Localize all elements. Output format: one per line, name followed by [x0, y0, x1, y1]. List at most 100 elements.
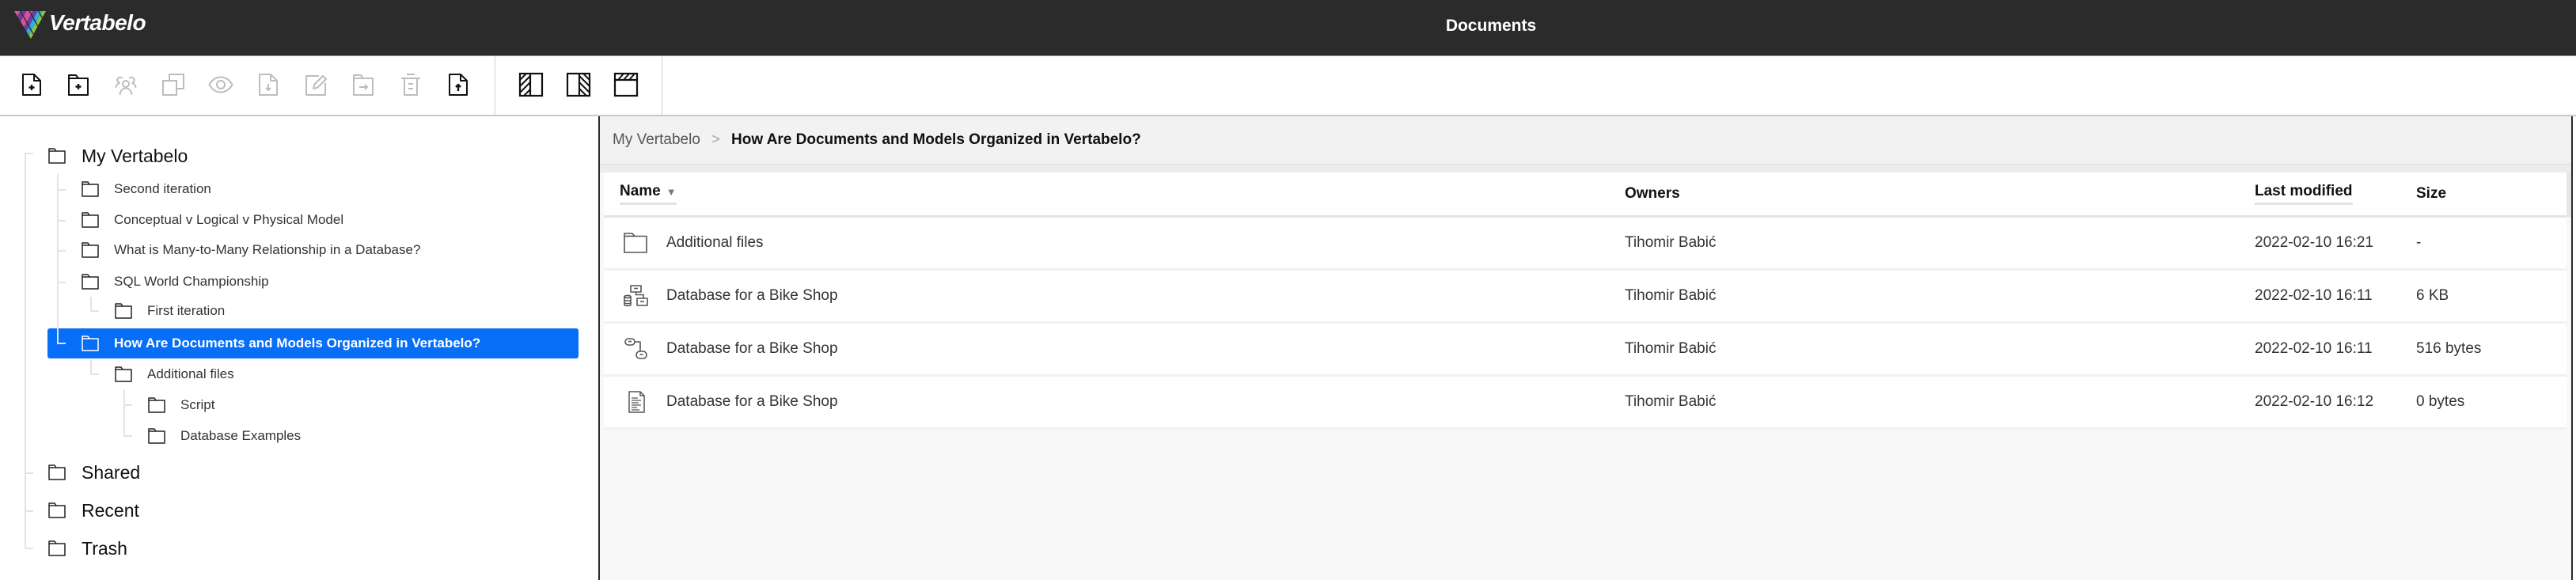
table-row[interactable]: Database for a Bike Shop Tihomir Babić 2…	[604, 324, 2567, 377]
file-size: 516 bytes	[2416, 340, 2482, 357]
breadcrumb-item-my-vertabelo[interactable]: My Vertabelo	[613, 131, 700, 149]
tree-connector	[25, 548, 33, 549]
tree-item-additional-files[interactable]: Additional files	[115, 359, 234, 389]
tree-connector	[123, 390, 125, 437]
tree-connector	[57, 343, 66, 344]
new-folder-icon	[66, 72, 91, 97]
file-name: Database for a Bike Shop	[666, 287, 838, 304]
panel-border	[2571, 116, 2573, 580]
brand-name: Vertabelo	[49, 10, 146, 35]
file-last-modified: 2022-02-10 16:12	[2255, 393, 2374, 410]
move-button[interactable]	[351, 72, 376, 97]
file-owner: Tihomir Babić	[1625, 287, 1717, 304]
tree-item-many-to-many[interactable]: What is Many-to-Many Relationship in a D…	[82, 235, 420, 265]
tree-item-trash[interactable]: Trash	[48, 533, 127, 563]
folder-icon	[82, 181, 99, 197]
folder-icon	[82, 242, 99, 258]
file-table: Name ▼ Owners Last modified Size Addition…	[604, 172, 2567, 430]
copy-icon	[161, 72, 186, 97]
file-size: 6 KB	[2416, 287, 2449, 304]
column-header-name[interactable]: Name ▼	[604, 183, 1625, 205]
table-row[interactable]: Database for a Bike Shop Tihomir Babić 2…	[604, 377, 2567, 430]
layout-right-button[interactable]	[566, 72, 591, 97]
file-last-modified: 2022-02-10 16:11	[2255, 340, 2373, 357]
tree-connector	[25, 153, 33, 154]
folder-icon	[148, 397, 165, 413]
breadcrumb: My Vertabelo > How Are Documents and Mod…	[600, 116, 2571, 165]
folder-tree: My Vertabelo Second iteration Conceptual…	[0, 116, 598, 580]
layout-left-panel-icon	[518, 72, 544, 97]
tree-item-label: My Vertabelo	[82, 145, 188, 166]
move-to-folder-icon	[351, 72, 376, 97]
layout-top-panel-icon	[613, 72, 639, 97]
new-document-icon	[19, 72, 44, 97]
tree-connector	[25, 472, 33, 474]
folder-icon	[623, 232, 648, 254]
folder-icon	[48, 464, 66, 480]
layout-right-panel-icon	[566, 72, 591, 97]
page-title: Documents	[1445, 17, 1537, 35]
column-header-owners[interactable]: Owners	[1625, 185, 2255, 203]
tree-connector	[57, 174, 59, 344]
table-header: Name ▼ Owners Last modified Size	[604, 172, 2567, 218]
delete-button[interactable]	[398, 72, 423, 97]
trash-icon	[398, 72, 423, 97]
scrollbar-track[interactable]	[2567, 172, 2571, 217]
tree-item-recent[interactable]: Recent	[48, 495, 139, 525]
tree-item-conceptual-logical-physical[interactable]: Conceptual v Logical v Physical Model	[82, 205, 343, 235]
tree-connector	[57, 220, 66, 222]
column-header-label: Last modified	[2255, 183, 2353, 205]
tree-connector	[57, 189, 66, 191]
tree-item-shared[interactable]: Shared	[48, 457, 140, 487]
tree-connector	[57, 282, 66, 283]
tree-item-label: Shared	[82, 461, 141, 483]
tree-item-script[interactable]: Script	[148, 390, 214, 420]
table-row[interactable]: Additional files Tihomir Babić 2022-02-1…	[604, 218, 2567, 271]
document-icon	[623, 391, 648, 413]
tree-connector	[25, 153, 26, 548]
upload-button[interactable]	[446, 72, 471, 97]
column-header-size[interactable]: Size	[2416, 185, 2567, 203]
layout-top-button[interactable]	[613, 72, 639, 97]
tree-item-database-examples[interactable]: Database Examples	[148, 421, 301, 451]
file-last-modified: 2022-02-10 16:21	[2255, 234, 2374, 251]
download-button[interactable]	[256, 72, 281, 97]
tree-item-how-are-documents-organized[interactable]: How Are Documents and Models Organized i…	[82, 328, 480, 358]
tree-item-label: Database Examples	[180, 428, 302, 443]
share-button[interactable]	[113, 72, 138, 97]
table-row[interactable]: Database for a Bike Shop Tihomir Babić 2…	[604, 271, 2567, 324]
breadcrumb-separator: >	[711, 131, 721, 148]
eye-icon	[208, 72, 233, 97]
breadcrumb-current-folder: How Are Documents and Models Organized i…	[731, 131, 1141, 148]
layout-left-button[interactable]	[518, 72, 544, 97]
duplicate-button[interactable]	[161, 72, 186, 97]
tree-item-label: Trash	[82, 537, 127, 559]
column-header-label: Name	[620, 183, 661, 199]
folder-icon	[48, 148, 66, 164]
new-folder-button[interactable]	[66, 72, 91, 97]
sort-descending-icon: ▼	[666, 186, 677, 198]
folder-icon	[115, 303, 132, 319]
tree-item-label: Second iteration	[114, 181, 211, 196]
folder-icon	[148, 428, 165, 444]
tree-item-second-iteration[interactable]: Second iteration	[82, 174, 211, 204]
folder-icon	[48, 502, 66, 518]
file-owner: Tihomir Babić	[1625, 393, 1717, 410]
tree-item-first-iteration[interactable]: First iteration	[115, 296, 225, 326]
tree-item-my-vertabelo[interactable]: My Vertabelo	[48, 141, 188, 171]
tree-item-label: Conceptual v Logical v Physical Model	[114, 212, 344, 227]
tree-item-sql-world-championship[interactable]: SQL World Championship	[82, 267, 269, 297]
tree-item-label: First iteration	[147, 303, 226, 318]
column-header-last-modified[interactable]: Last modified	[2255, 183, 2416, 205]
tree-connector	[90, 310, 99, 312]
tree-connector	[123, 435, 132, 437]
view-button[interactable]	[208, 72, 233, 97]
folder-icon	[115, 366, 132, 382]
new-document-button[interactable]	[19, 72, 44, 97]
file-owner: Tihomir Babić	[1625, 340, 1717, 357]
rename-button[interactable]	[303, 72, 328, 97]
file-size: 0 bytes	[2416, 393, 2465, 410]
file-name: Additional files	[666, 234, 764, 251]
vertabelo-logo-icon[interactable]	[14, 10, 46, 39]
column-header-label: Size	[2416, 185, 2447, 202]
